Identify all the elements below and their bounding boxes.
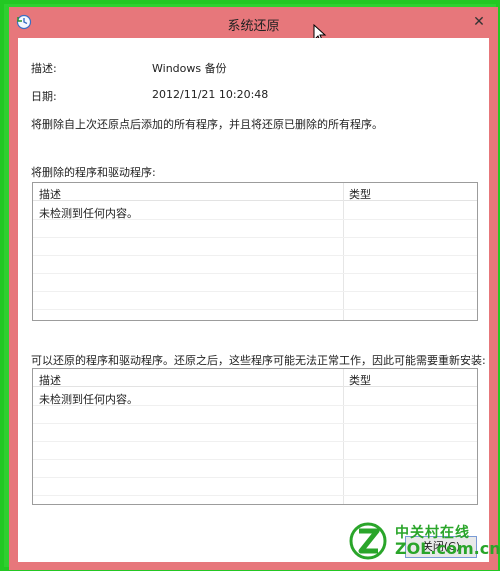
row-divider bbox=[33, 477, 477, 478]
date-value: 2012/11/21 10:20:48 bbox=[152, 88, 269, 101]
column-divider bbox=[343, 369, 344, 504]
column-divider bbox=[343, 183, 344, 320]
date-label: 日期: bbox=[31, 90, 57, 103]
title-bar[interactable]: 系统还原 ✕ bbox=[9, 7, 498, 44]
column-header-type[interactable]: 类型 bbox=[349, 186, 371, 202]
zol-watermark: 中关村在线 ZOL.com.cn bbox=[348, 517, 500, 562]
row-divider bbox=[33, 459, 477, 460]
column-header-description[interactable]: 描述 bbox=[39, 186, 61, 202]
system-restore-window: 系统还原 ✕ 描述: Windows 备份 日期: 2012/11/21 10:… bbox=[9, 7, 498, 570]
column-header-type[interactable]: 类型 bbox=[349, 372, 371, 388]
list-header: 描述 类型 bbox=[33, 183, 477, 201]
row-divider bbox=[33, 423, 477, 424]
window-close-button[interactable]: ✕ bbox=[470, 13, 488, 31]
programs-to-delete-list[interactable]: 描述 类型 未检测到任何内容。 bbox=[32, 182, 478, 321]
dialog-content: 描述: Windows 备份 日期: 2012/11/21 10:20:48 将… bbox=[18, 38, 489, 562]
programs-to-restore-list[interactable]: 描述 类型 未检测到任何内容。 bbox=[32, 368, 478, 505]
screenshot-frame: 系统还原 ✕ 描述: Windows 备份 日期: 2012/11/21 10:… bbox=[0, 0, 500, 571]
window-title: 系统还原 bbox=[227, 19, 280, 34]
programs-to-delete-label: 将删除的程序和驱动程序: bbox=[31, 166, 156, 179]
description-value: Windows 备份 bbox=[152, 62, 227, 75]
list-header: 描述 类型 bbox=[33, 369, 477, 387]
row-divider bbox=[33, 237, 477, 238]
list-item[interactable]: 未检测到任何内容。 bbox=[39, 391, 138, 407]
description-label: 描述: bbox=[31, 62, 57, 75]
column-header-description[interactable]: 描述 bbox=[39, 372, 61, 388]
row-divider bbox=[33, 255, 477, 256]
row-divider bbox=[33, 291, 477, 292]
row-divider bbox=[33, 309, 477, 310]
row-divider bbox=[33, 441, 477, 442]
list-item[interactable]: 未检测到任何内容。 bbox=[39, 205, 138, 221]
watermark-english-text: ZOL.com.cn bbox=[395, 539, 500, 558]
zol-logo-icon bbox=[349, 522, 387, 560]
row-divider bbox=[33, 495, 477, 496]
programs-to-restore-label: 可以还原的程序和驱动程序。还原之后，这些程序可能无法正常工作，因此可能需要重新安… bbox=[31, 354, 486, 367]
warning-text: 将删除自上次还原点后添加的所有程序，并且将还原已删除的所有程序。 bbox=[31, 118, 383, 131]
row-divider bbox=[33, 273, 477, 274]
